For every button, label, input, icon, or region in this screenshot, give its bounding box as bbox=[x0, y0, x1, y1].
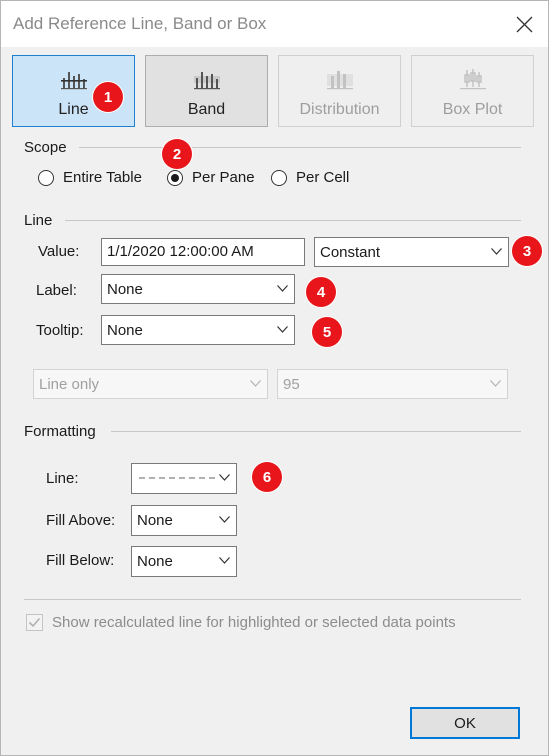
confidence-level-dropdown: 95 bbox=[277, 369, 508, 399]
step-badge-1: 1 bbox=[93, 82, 123, 112]
value-label: Value: bbox=[38, 243, 80, 260]
box-plot-type-button: Box Plot bbox=[411, 55, 534, 127]
step-badge-2: 2 bbox=[162, 139, 192, 169]
line-style-dropdown[interactable] bbox=[131, 463, 237, 494]
step-badge-5: 5 bbox=[312, 317, 342, 347]
close-button[interactable] bbox=[510, 10, 538, 38]
distribution-chart-icon bbox=[326, 71, 353, 90]
close-icon bbox=[516, 16, 532, 32]
per-pane-label: Per Pane bbox=[192, 169, 255, 186]
title-bar: Add Reference Line, Band or Box bbox=[1, 1, 548, 47]
tooltip-label: Tooltip: bbox=[36, 322, 84, 339]
fill-below-label: Fill Below: bbox=[46, 552, 115, 569]
line-chart-icon bbox=[60, 72, 87, 90]
entire-table-radio[interactable] bbox=[38, 169, 54, 186]
label-dropdown[interactable]: None bbox=[101, 274, 295, 304]
scope-divider bbox=[79, 147, 521, 148]
chevron-down-icon bbox=[250, 380, 261, 387]
ok-button[interactable]: OK bbox=[410, 707, 520, 739]
confidence-mode-selected: Line only bbox=[39, 376, 100, 393]
chevron-down-icon bbox=[490, 380, 501, 387]
value-input[interactable]: 1/1/2020 12:00:00 AM bbox=[101, 238, 305, 266]
scope-option-per-cell[interactable]: Per Cell bbox=[271, 169, 349, 186]
fill-above-dropdown[interactable]: None bbox=[131, 505, 237, 536]
line-heading: Line bbox=[24, 212, 53, 229]
tooltip-dropdown[interactable]: None bbox=[101, 315, 295, 345]
value-type-dropdown[interactable]: Constant bbox=[314, 237, 509, 267]
value-type-selected: Constant bbox=[320, 244, 381, 261]
confidence-mode-dropdown: Line only bbox=[33, 369, 268, 399]
formatting-heading: Formatting bbox=[24, 423, 96, 440]
confidence-level-selected: 95 bbox=[283, 376, 300, 393]
distribution-type-label: Distribution bbox=[299, 101, 380, 118]
step-badge-3: 3 bbox=[512, 236, 542, 266]
dialog-title: Add Reference Line, Band or Box bbox=[13, 14, 267, 33]
distribution-type-button: Distribution bbox=[278, 55, 401, 127]
label-selected: None bbox=[107, 281, 143, 298]
step-badge-6: 6 bbox=[252, 462, 282, 492]
step-badge-4: 4 bbox=[306, 277, 336, 307]
box-plot-type-label: Box Plot bbox=[442, 101, 503, 118]
box-plot-icon bbox=[459, 69, 486, 90]
chevron-down-icon bbox=[219, 474, 230, 481]
reference-line-dialog: Add Reference Line, Band or Box Line Ban… bbox=[0, 0, 549, 756]
tooltip-selected: None bbox=[107, 322, 143, 339]
checkmark-icon bbox=[28, 617, 41, 628]
fill-below-selected: None bbox=[137, 553, 173, 570]
per-cell-label: Per Cell bbox=[296, 169, 350, 186]
label-label: Label: bbox=[36, 282, 77, 299]
dialog-footer: OK bbox=[1, 691, 548, 755]
chevron-down-icon bbox=[219, 557, 230, 564]
scope-option-per-pane[interactable]: Per Pane bbox=[167, 169, 255, 186]
scope-option-entire-table[interactable]: Entire Table bbox=[38, 169, 142, 186]
band-type-button[interactable]: Band bbox=[145, 55, 268, 127]
dashed-line-preview bbox=[139, 477, 215, 479]
chevron-down-icon bbox=[219, 516, 230, 523]
recalc-label: Show recalculated line for highlighted o… bbox=[52, 614, 456, 631]
fill-above-selected: None bbox=[137, 512, 173, 529]
fill-below-dropdown[interactable]: None bbox=[131, 546, 237, 577]
chevron-down-icon bbox=[277, 285, 288, 292]
scope-heading: Scope bbox=[24, 139, 67, 156]
entire-table-label: Entire Table bbox=[63, 169, 142, 186]
line-format-label: Line: bbox=[46, 470, 79, 487]
band-type-label: Band bbox=[187, 101, 226, 118]
fill-above-label: Fill Above: bbox=[46, 512, 116, 529]
line-divider bbox=[65, 220, 521, 221]
chevron-down-icon bbox=[277, 326, 288, 333]
formatting-divider bbox=[111, 431, 521, 432]
per-pane-radio[interactable] bbox=[167, 169, 183, 186]
per-cell-radio[interactable] bbox=[271, 169, 287, 186]
recalc-checkbox bbox=[26, 614, 43, 631]
recalc-divider bbox=[24, 599, 521, 600]
band-chart-icon bbox=[193, 72, 220, 90]
chevron-down-icon bbox=[491, 248, 502, 255]
